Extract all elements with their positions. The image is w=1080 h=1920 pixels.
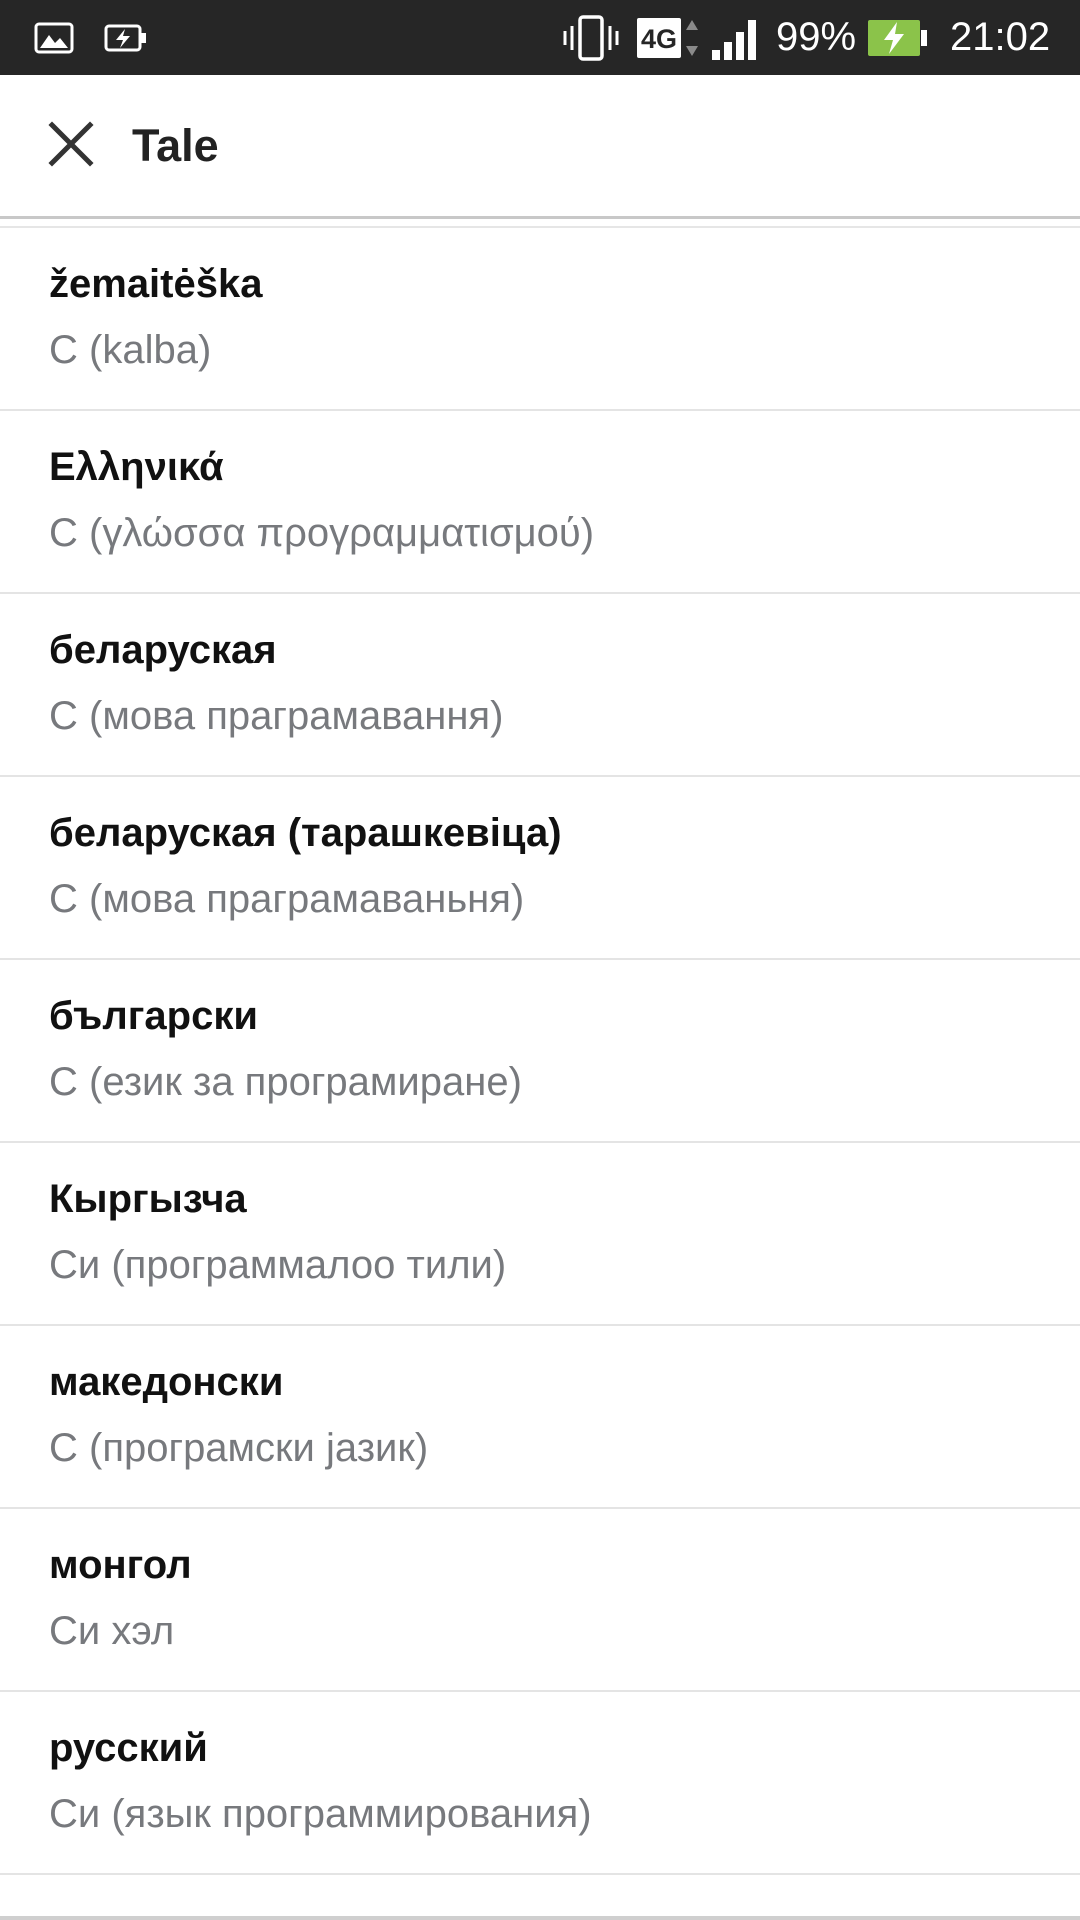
svg-text:4G: 4G — [641, 24, 677, 54]
close-button[interactable] — [30, 105, 112, 187]
language-name: русский — [49, 1726, 208, 1770]
article-title: C (език за програмиране) — [49, 1060, 522, 1104]
article-title: Си (программалоо тили) — [49, 1243, 507, 1287]
article-title: C (kalba) — [49, 328, 212, 372]
language-item-ru[interactable]: русский Си (язык программирования) — [0, 1692, 1080, 1875]
article-title: Си (язык программирования) — [49, 1792, 592, 1836]
article-title: C (γλώσσα προγραμματισμού) — [49, 511, 595, 555]
language-name: žemaitėška — [49, 262, 263, 306]
language-item-be-tarask[interactable]: беларуская (тарашкевіца) C (мова праграм… — [0, 777, 1080, 960]
language-name: Ελληνικά — [49, 445, 224, 489]
article-title: Си хэл — [49, 1609, 175, 1653]
signal-icon — [710, 0, 762, 75]
article-title: C (мова праграмаваньня) — [49, 877, 525, 921]
language-item-bg[interactable]: български C (език за програмиране) — [0, 960, 1080, 1143]
battery-saver-icon — [104, 0, 148, 75]
battery-percent: 99% — [776, 15, 857, 59]
language-name: Кыргызча — [49, 1177, 247, 1221]
status-bar: 4G 99% 21:02 — [0, 0, 1080, 75]
list-bottom-edge — [0, 1916, 1080, 1920]
battery-charging-icon — [866, 0, 928, 75]
language-name: македонски — [49, 1360, 284, 1404]
language-name: монгол — [49, 1543, 192, 1587]
language-item-el[interactable]: Ελληνικά C (γλώσσα προγραμματισμού) — [0, 411, 1080, 594]
language-item-mn[interactable]: монгол Си хэл — [0, 1509, 1080, 1692]
vibrate-icon — [563, 0, 619, 75]
network-4g-icon: 4G — [636, 0, 704, 75]
close-icon — [48, 120, 94, 172]
language-name: беларуская (тарашкевіца) — [49, 811, 562, 855]
app-bar: Tale — [0, 75, 1080, 216]
clock: 21:02 — [950, 15, 1051, 59]
language-item-sgs[interactable]: žemaitėška C (kalba) — [0, 228, 1080, 411]
language-list: žemaitėška C (kalba) Ελληνικά C (γλώσσα … — [0, 228, 1080, 1875]
language-item-be[interactable]: беларуская C (мова праграмавання) — [0, 594, 1080, 777]
article-title: C (мова праграмавання) — [49, 694, 504, 738]
article-title: C (програмски јазик) — [49, 1426, 429, 1470]
language-name: беларуская — [49, 628, 277, 672]
page-title: Tale — [132, 120, 219, 171]
language-name: български — [49, 994, 258, 1038]
gallery-icon — [34, 0, 74, 75]
language-item-ky[interactable]: Кыргызча Си (программалоо тили) — [0, 1143, 1080, 1326]
language-item-mk[interactable]: македонски C (програмски јазик) — [0, 1326, 1080, 1509]
app-bar-divider — [0, 216, 1080, 219]
